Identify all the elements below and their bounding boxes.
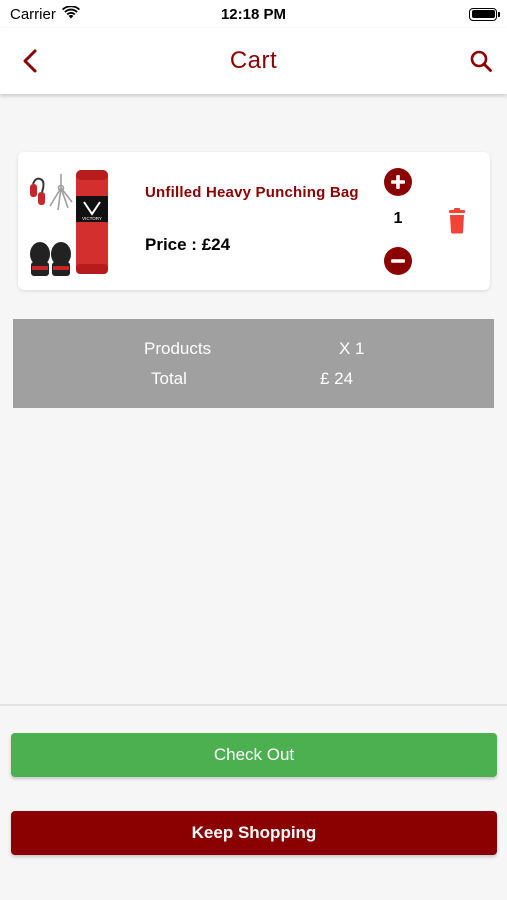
chain-image xyxy=(49,174,73,211)
trash-icon xyxy=(449,208,465,234)
page-title: Cart xyxy=(229,47,278,74)
products-label: Products xyxy=(144,339,212,358)
product-name[interactable]: Unfilled Heavy Punching Bag xyxy=(145,184,359,201)
footer-divider xyxy=(0,704,507,706)
quantity-value: 1 xyxy=(393,210,403,227)
carrier-info: Carrier xyxy=(10,4,80,23)
total-label: Total xyxy=(151,369,187,388)
products-count: X 1 xyxy=(339,339,365,358)
status-bar: Carrier 12:18 PM xyxy=(0,0,507,28)
checkout-button[interactable]: Check Out xyxy=(11,733,497,777)
hand-grip-image xyxy=(30,177,45,205)
carrier-label: Carrier xyxy=(10,5,56,23)
wifi-icon xyxy=(61,4,80,23)
keep-shopping-button[interactable]: Keep Shopping xyxy=(11,811,497,855)
back-button[interactable] xyxy=(14,45,46,77)
product-image[interactable]: VICTORY xyxy=(26,166,122,278)
delete-item-button[interactable] xyxy=(446,208,468,234)
decrease-quantity-button[interactable] xyxy=(383,246,413,276)
product-price: Price : £24 xyxy=(145,235,231,254)
search-icon xyxy=(470,50,492,72)
search-button[interactable] xyxy=(465,45,497,77)
minus-circle-icon xyxy=(384,247,412,275)
battery-icon xyxy=(469,7,500,21)
chevron-left-icon xyxy=(23,49,37,73)
total-value: £ 24 xyxy=(320,369,354,388)
order-summary: Products X 1 Total £ 24 xyxy=(13,319,494,408)
plus-circle-icon xyxy=(384,168,412,196)
nav-bar: Cart xyxy=(0,28,507,94)
svg-text:VICTORY: VICTORY xyxy=(82,216,102,221)
boxing-gloves-image xyxy=(30,242,71,276)
punching-bag-image: VICTORY xyxy=(76,170,108,274)
increase-quantity-button[interactable] xyxy=(383,167,413,197)
cart-item-card: VICTORY Unfilled Heavy Punching Bag Pric… xyxy=(18,152,490,290)
